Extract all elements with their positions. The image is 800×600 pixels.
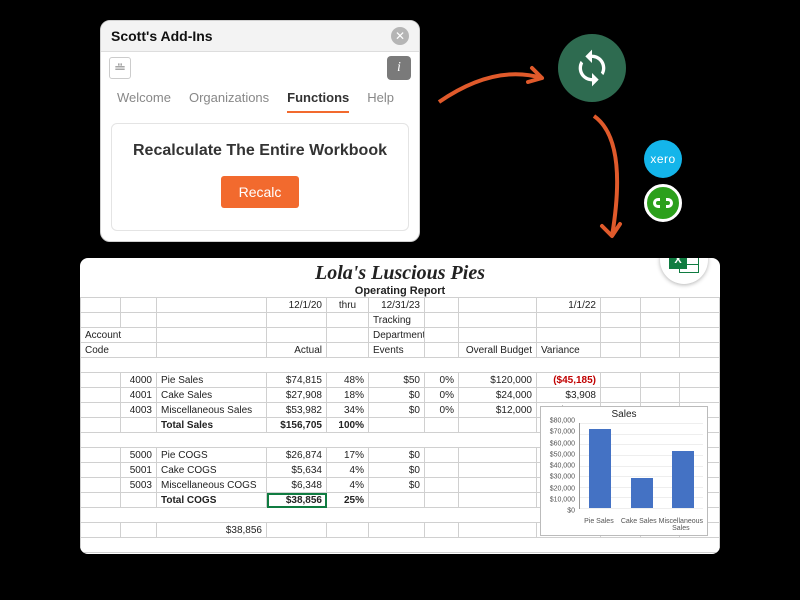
addin-body: Recalculate The Entire Workbook Recalc [111,123,409,231]
sync-icon[interactable] [558,34,626,102]
spreadsheet: Lola's Luscious Pies Operating Report 12… [80,258,720,554]
addin-tabs: Welcome Organizations Functions Help [101,80,419,113]
chart-bar [631,478,653,508]
arrow-to-sync-icon [434,66,554,121]
tab-functions[interactable]: Functions [287,90,349,113]
table-row: 12/1/20 thru 12/31/23 1/1/22 [81,298,720,313]
table-row: Tracking [81,313,720,328]
company-name: Lola's Luscious Pies [80,258,720,285]
chart-x-axis: Pie SalesCake SalesMiscellaneous Sales [579,518,703,533]
table-row [81,538,720,553]
recalc-heading: Recalculate The Entire Workbook [122,142,398,160]
selected-cell: $38,856 [267,493,327,508]
table-row: 4001Cake Sales $27,90818% $00% $24,000$3… [81,388,720,403]
addin-panel: Scott's Add-Ins ✕ i Welcome Organization… [100,20,420,242]
table-row [81,358,720,373]
tab-welcome[interactable]: Welcome [117,90,171,113]
arrow-to-sheet-icon [584,110,644,255]
chart-bar [672,451,694,508]
addin-header: Scott's Add-Ins ✕ [101,21,419,52]
table-row: 4000Pie Sales $74,81548% $500% $120,000(… [81,373,720,388]
pin-icon[interactable] [109,57,131,79]
table-row [81,553,720,555]
chart-area [579,423,703,509]
chart-bar [589,429,611,508]
tab-help[interactable]: Help [367,90,394,113]
brand-icons: xero [644,140,682,228]
recalc-button[interactable]: Recalc [221,176,300,208]
table-row: Code Actual Events Overall Budget Varian… [81,343,720,358]
quickbooks-icon [644,184,682,222]
info-icon[interactable]: i [387,56,411,80]
table-row: Account Department [81,328,720,343]
addin-title: Scott's Add-Ins [111,28,391,44]
chart-y-axis: $0$10,000$20,000$30,000$40,000$50,000$60… [541,421,577,511]
report-title: Operating Report [80,285,720,297]
close-icon[interactable]: ✕ [391,27,409,45]
xero-icon: xero [644,140,682,178]
sales-chart[interactable]: Sales $0$10,000$20,000$30,000$40,000$50,… [540,406,708,536]
addin-toolbar: i [101,52,419,80]
tab-organizations[interactable]: Organizations [189,90,269,113]
